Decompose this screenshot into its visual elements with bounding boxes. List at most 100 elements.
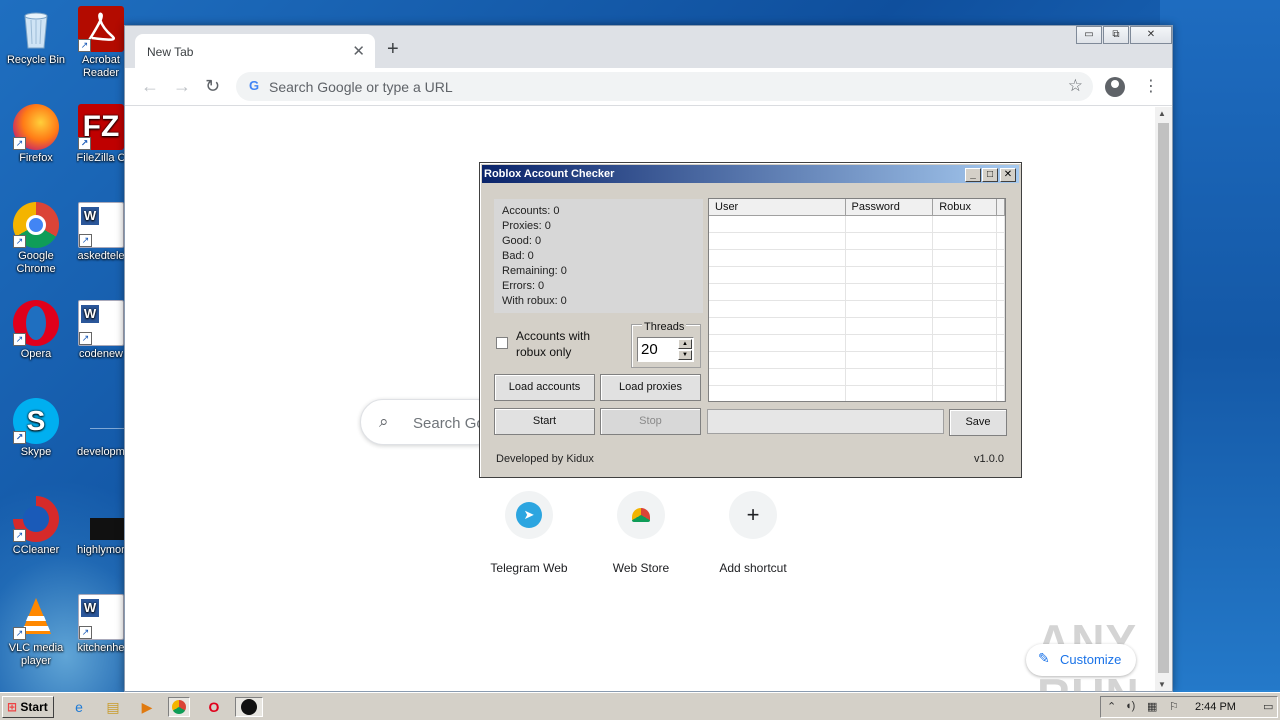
- internet-explorer-icon[interactable]: e: [68, 697, 90, 717]
- desktop-icon-highlymor[interactable]: highlymor: [76, 496, 126, 557]
- scroll-up-arrow-icon[interactable]: ▲: [1158, 109, 1166, 118]
- desktop-icon-chrome[interactable]: ↗ Google Chrome: [1, 202, 71, 276]
- shortcut-web-store[interactable]: Web Store: [586, 491, 696, 575]
- omnibox[interactable]: G Search Google or type a URL ☆: [236, 72, 1093, 101]
- scroll-thumb[interactable]: [1158, 123, 1169, 673]
- threads-spinner[interactable]: 20 ▲ ▼: [637, 337, 694, 362]
- table-cell: [997, 352, 1005, 368]
- reload-button[interactable]: ↻: [205, 76, 220, 97]
- table-cell: [997, 250, 1005, 266]
- minimize-button[interactable]: _: [965, 168, 981, 182]
- wallpaper-right: [1160, 0, 1280, 690]
- start-button[interactable]: ⊞ Start: [2, 696, 54, 718]
- shortcut-arrow-icon: ↗: [13, 431, 26, 444]
- page-scrollbar[interactable]: ▲ ▼: [1155, 107, 1172, 691]
- table-cell: [997, 335, 1005, 351]
- word-document-icon: W ↗: [78, 594, 124, 640]
- opera-taskbar-icon[interactable]: O: [203, 697, 225, 717]
- checker-taskbar-icon[interactable]: [235, 697, 263, 717]
- column-robux[interactable]: Robux: [933, 199, 997, 215]
- tray-expand-icon[interactable]: ⌃: [1107, 700, 1116, 713]
- tab-new-tab[interactable]: New Tab ✕: [135, 34, 375, 68]
- table-row: [709, 233, 1005, 250]
- start-button[interactable]: Start: [494, 408, 595, 435]
- close-button[interactable]: ✕: [1000, 168, 1016, 182]
- close-button[interactable]: ✕: [1130, 26, 1172, 44]
- show-desktop-icon[interactable]: ▭: [1263, 700, 1273, 713]
- stat-remaining: Remaining: 0: [502, 265, 567, 277]
- table-cell: [997, 386, 1005, 401]
- table-cell: [933, 267, 998, 283]
- clock[interactable]: 2:44 PM: [1195, 701, 1236, 713]
- desktop-icon-developm[interactable]: developm: [76, 398, 126, 459]
- desktop-icon-recycle-bin[interactable]: Recycle Bin: [1, 6, 71, 67]
- table-cell: [846, 386, 934, 401]
- bookmark-star-icon[interactable]: ☆: [1068, 76, 1083, 96]
- media-player-icon[interactable]: ▶: [136, 697, 158, 717]
- table-cell: [846, 335, 934, 351]
- table-header: User Password Robux: [709, 199, 1005, 216]
- desktop-icon-opera[interactable]: ↗ Opera: [1, 300, 71, 361]
- table-row: [709, 301, 1005, 318]
- desktop-icon-label: askedtele: [77, 250, 125, 262]
- file-explorer-icon[interactable]: ▤: [102, 697, 124, 717]
- customize-button[interactable]: ✎ Customize: [1026, 644, 1136, 676]
- table-cell: [846, 216, 934, 232]
- table-cell: [709, 267, 846, 283]
- restore-button[interactable]: ⧉: [1103, 26, 1129, 44]
- desktop-icon-acrobat[interactable]: ↗ Acrobat Reader: [76, 6, 126, 80]
- table-cell: [846, 233, 934, 249]
- stat-with-robux: With robux: 0: [502, 295, 567, 307]
- checker-title: Roblox Account Checker: [484, 168, 615, 180]
- table-cell: [846, 284, 934, 300]
- desktop-icon-label: Google Chrome: [16, 250, 56, 275]
- stop-button[interactable]: Stop: [600, 408, 701, 435]
- table-cell: [709, 335, 846, 351]
- desktop-icon-word-kitchenhe[interactable]: W ↗ kitchenhe: [76, 594, 126, 655]
- desktop-icon-label: VLC media player: [8, 642, 64, 667]
- profile-avatar-icon[interactable]: [1105, 77, 1125, 97]
- results-table[interactable]: User Password Robux: [708, 198, 1006, 402]
- checker-titlebar[interactable]: Roblox Account Checker _ □ ✕: [482, 165, 1019, 183]
- desktop-icon-label: Acrobat Reader: [82, 54, 120, 79]
- table-cell: [709, 216, 846, 232]
- terminal-icon: [78, 496, 126, 542]
- table-cell: [997, 301, 1005, 317]
- action-center-flag-icon[interactable]: ⚐: [1169, 700, 1179, 713]
- shortcut-arrow-icon: ↗: [78, 39, 91, 52]
- new-tab-button[interactable]: +: [387, 38, 399, 61]
- desktop-icon-word-codenew[interactable]: W ↗ codenew: [76, 300, 126, 361]
- spin-up-arrow-icon[interactable]: ▲: [678, 339, 692, 349]
- robux-only-checkbox[interactable]: [496, 337, 508, 349]
- shortcut-telegram-web[interactable]: ➤ Telegram Web: [474, 491, 584, 575]
- spin-down-arrow-icon[interactable]: ▼: [678, 350, 692, 360]
- chrome-menu-icon[interactable]: ⋮: [1143, 76, 1159, 96]
- load-proxies-button[interactable]: Load proxies: [600, 374, 701, 401]
- back-button[interactable]: ←: [141, 76, 159, 97]
- column-user[interactable]: User: [709, 199, 846, 215]
- desktop-icon-filezilla[interactable]: FZ ↗ FileZilla C: [76, 104, 126, 165]
- column-password[interactable]: Password: [846, 199, 934, 215]
- forward-button[interactable]: →: [173, 76, 191, 97]
- customize-label: Customize: [1060, 652, 1122, 667]
- desktop-icon-ccleaner[interactable]: ↗ CCleaner: [1, 496, 71, 557]
- window-controls: ▭ ⧉ ✕: [1075, 26, 1172, 44]
- threads-label: Threads: [642, 321, 687, 333]
- tab-close-icon[interactable]: ✕: [352, 42, 365, 60]
- table-cell: [709, 284, 846, 300]
- maximize-button[interactable]: □: [982, 168, 998, 182]
- stat-good: Good: 0: [502, 235, 542, 247]
- load-accounts-button[interactable]: Load accounts: [494, 374, 595, 401]
- chrome-taskbar-icon[interactable]: [168, 697, 190, 717]
- desktop-icon-word-askedtele[interactable]: W ↗ askedtele: [76, 202, 126, 263]
- table-row: [709, 318, 1005, 335]
- save-button[interactable]: Save: [949, 409, 1007, 436]
- desktop-icon-firefox[interactable]: ↗ Firefox: [1, 104, 71, 165]
- volume-icon[interactable]: ◖): [1125, 700, 1135, 712]
- filezilla-icon: FZ ↗: [78, 104, 124, 150]
- desktop-icon-skype[interactable]: S ↗ Skype: [1, 398, 71, 459]
- minimize-button[interactable]: ▭: [1076, 26, 1102, 44]
- network-icon[interactable]: ▦: [1147, 700, 1157, 713]
- shortcut-add[interactable]: + Add shortcut: [698, 491, 808, 575]
- desktop-icon-vlc[interactable]: ↗ VLC media player: [1, 594, 71, 668]
